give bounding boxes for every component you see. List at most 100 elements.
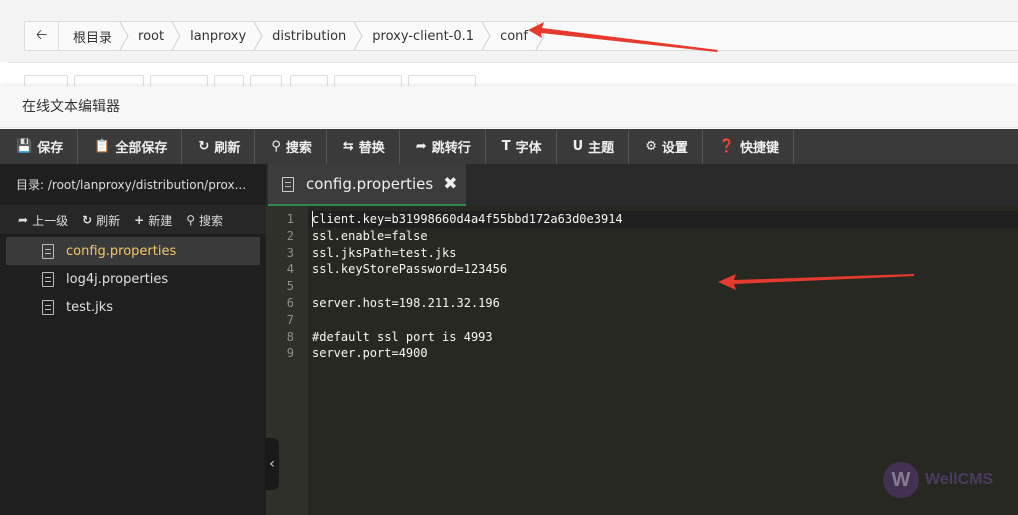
line-number: 5 <box>286 279 294 294</box>
text-editor-modal: 在线文本编辑器 💾 保存 📋 全部保存 ↻ 刷新 ⚲ 搜索 ⇆ 替换 ➦ 跳转行 T 字体 U… <box>0 86 1018 515</box>
arrow-left-icon: 🡠 <box>35 27 48 43</box>
save-button[interactable]: 💾 保存 <box>0 129 79 164</box>
tab-config-properties[interactable]: config.properties ✖ <box>268 164 466 206</box>
search-files-button[interactable]: ⚲ 搜索 <box>186 212 223 229</box>
file-list: config.properties log4j.properties test.… <box>0 234 266 321</box>
line-numbers: 1 2 3 4 5 6 7 8 9 <box>266 211 308 362</box>
back-button[interactable]: 🡠 <box>25 22 59 50</box>
save-all-icon: 📋 <box>94 139 111 154</box>
question-icon: ❓ <box>718 139 736 154</box>
file-name: log4j.properties <box>66 271 169 287</box>
code-line: server.port=4900 <box>312 346 428 361</box>
watermark: W WellCMS <box>883 462 993 498</box>
editor-tab-bar: config.properties ✖ <box>266 164 1018 206</box>
breadcrumb: 🡠 根目录 root lanproxy distribution proxy-c… <box>24 21 1018 51</box>
breadcrumb-label: 根目录 <box>73 30 113 46</box>
text-cursor <box>312 211 313 227</box>
code-line: ssl.enable=false <box>312 228 428 243</box>
font-icon: T <box>501 139 511 154</box>
font-button[interactable]: T 字体 <box>486 129 557 164</box>
breadcrumb-label: root <box>138 28 165 44</box>
settings-button[interactable]: ⚙ 设置 <box>629 129 703 164</box>
refresh-icon: ↻ <box>198 139 210 154</box>
modal-title: 在线文本编辑器 <box>0 86 1018 128</box>
code-line: client.key=b31998660d4a4f55bbd172a63d0e3… <box>312 212 623 226</box>
directory-path: 目录: /root/lanproxy/distribution/prox... <box>0 164 266 206</box>
file-icon <box>282 176 294 192</box>
file-icon <box>42 243 54 259</box>
breadcrumb-item[interactable]: distribution <box>258 22 363 50</box>
refresh-icon: ↻ <box>82 213 93 227</box>
theme-icon: U <box>572 139 584 154</box>
line-number: 1 <box>286 212 294 226</box>
button-label: 字体 <box>515 141 542 156</box>
replace-button[interactable]: ⇆ 替换 <box>327 129 400 164</box>
line-number: 9 <box>286 346 294 361</box>
line-number: 7 <box>286 312 294 327</box>
code-line: server.host=198.211.32.196 <box>312 295 500 310</box>
action-label: 刷新 <box>96 213 121 228</box>
goto-line-icon: ➦ <box>415 139 427 154</box>
code-line: ssl.keyStorePassword=123456 <box>312 262 508 277</box>
new-file-button[interactable]: + 新建 <box>134 212 172 229</box>
gear-icon: ⚙ <box>645 139 657 154</box>
share-icon: ➦ <box>18 213 29 227</box>
parent-dir-button[interactable]: ➦ 上一级 <box>18 212 68 229</box>
editor-toolbar: 💾 保存 📋 全部保存 ↻ 刷新 ⚲ 搜索 ⇆ 替换 ➦ 跳转行 T 字体 U 主题 ⚙ 设置 ❓… <box>0 129 1018 164</box>
search-icon: ⚲ <box>186 213 196 227</box>
file-panel: 目录: /root/lanproxy/distribution/prox... … <box>0 164 266 515</box>
annotation-arrow-icon <box>528 22 718 52</box>
breadcrumb-item[interactable]: 根目录 <box>59 22 129 50</box>
breadcrumb-area: 🡠 根目录 root lanproxy distribution proxy-c… <box>0 0 1018 62</box>
breadcrumb-label: proxy-client-0.1 <box>372 28 475 44</box>
code-line: ssl.jksPath=test.jks <box>312 245 457 260</box>
replace-icon: ⇆ <box>342 139 354 154</box>
close-icon[interactable]: ✖ <box>443 174 457 194</box>
action-label: 新建 <box>148 213 173 228</box>
button-label: 保存 <box>37 141 64 156</box>
line-number: 6 <box>286 295 294 310</box>
file-item[interactable]: test.jks <box>6 293 260 321</box>
file-icon <box>42 271 54 287</box>
button-label: 刷新 <box>214 141 241 156</box>
refresh-button[interactable]: ↻ 刷新 <box>182 129 256 164</box>
plus-icon: + <box>134 213 145 227</box>
code-lines: client.key=b31998660d4a4f55bbd172a63d0e3… <box>312 211 623 362</box>
file-panel-actions: ➦ 上一级 ↻ 刷新 + 新建 ⚲ 搜索 <box>0 206 266 234</box>
save-all-button[interactable]: 📋 全部保存 <box>78 129 183 164</box>
file-name: config.properties <box>66 243 177 259</box>
breadcrumb-label: conf <box>500 28 528 44</box>
button-label: 设置 <box>661 141 688 156</box>
collapse-panel-button[interactable]: ‹ <box>265 438 279 490</box>
save-icon: 💾 <box>16 139 33 154</box>
button-label: 搜索 <box>285 141 312 156</box>
breadcrumb-item[interactable]: lanproxy <box>176 22 263 50</box>
breadcrumb-label: lanproxy <box>190 28 247 44</box>
line-number: 4 <box>286 262 294 277</box>
wellcms-logo: W <box>883 462 919 498</box>
breadcrumb-item[interactable]: proxy-client-0.1 <box>358 22 491 50</box>
file-icon <box>42 299 54 315</box>
breadcrumb-item[interactable]: root <box>124 22 181 50</box>
file-item[interactable]: log4j.properties <box>6 265 260 293</box>
search-button[interactable]: ⚲ 搜索 <box>255 129 327 164</box>
screen: 🡠 根目录 root lanproxy distribution proxy-c… <box>0 0 1018 515</box>
button-label: 快捷键 <box>740 141 780 156</box>
refresh-files-button[interactable]: ↻ 刷新 <box>82 212 120 229</box>
annotation-arrow-icon <box>718 274 914 290</box>
line-number: 8 <box>286 329 294 344</box>
line-number: 3 <box>286 245 294 260</box>
file-item[interactable]: config.properties <box>6 237 260 265</box>
shortcuts-button[interactable]: ❓ 快捷键 <box>703 129 795 164</box>
file-name: test.jks <box>66 299 114 315</box>
tab-label: config.properties <box>306 175 434 193</box>
goto-line-button[interactable]: ➦ 跳转行 <box>400 129 486 164</box>
button-label: 替换 <box>358 141 385 156</box>
code-line: #default ssl port is 4993 <box>312 329 493 344</box>
theme-button[interactable]: U 主题 <box>557 129 630 164</box>
button-label: 跳转行 <box>431 141 471 156</box>
action-label: 上一级 <box>32 213 69 228</box>
search-icon: ⚲ <box>271 139 281 154</box>
